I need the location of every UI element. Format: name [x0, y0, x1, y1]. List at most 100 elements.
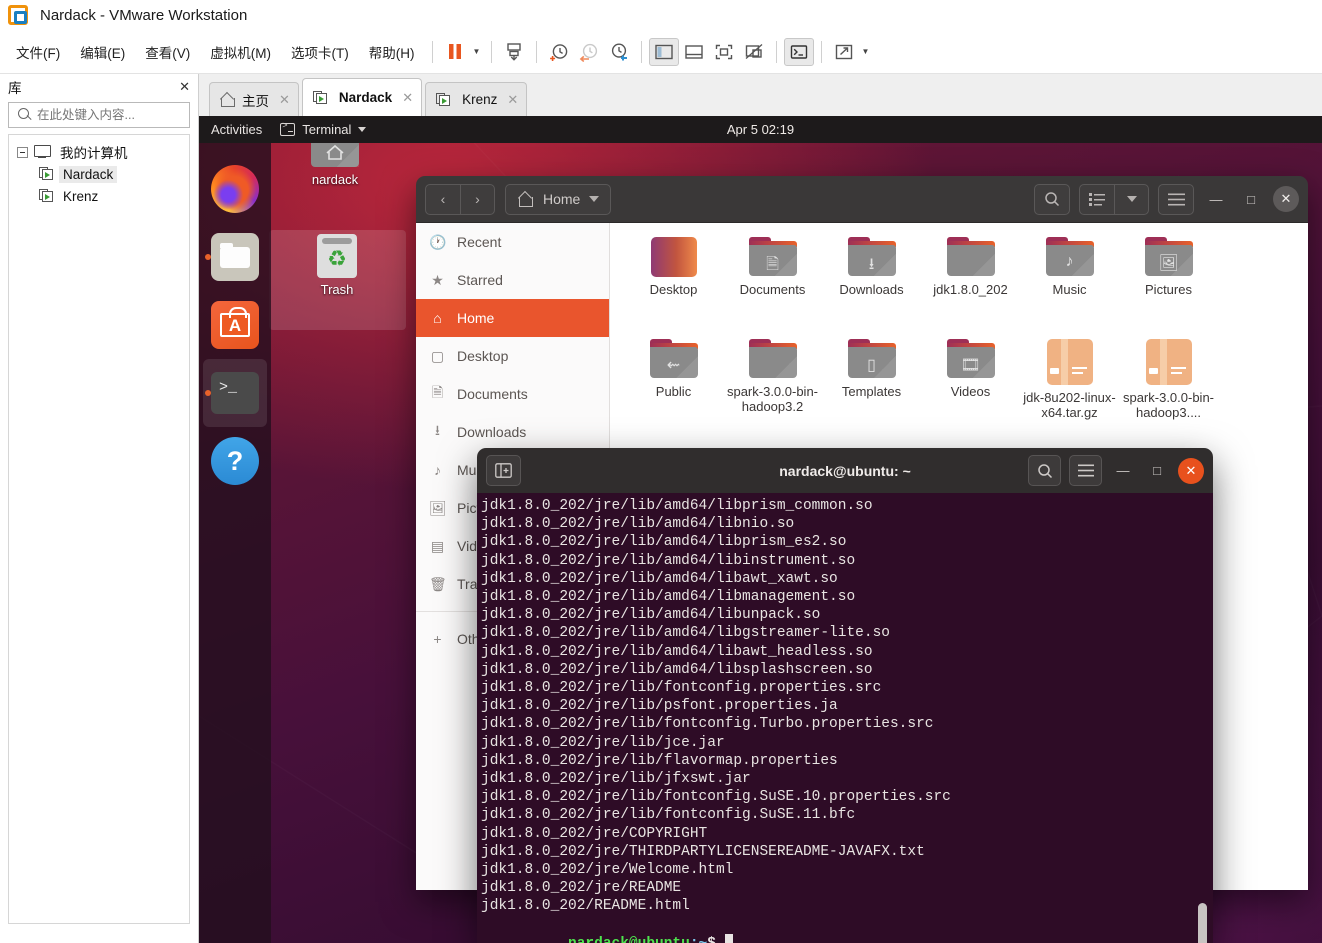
vmware-menubar: 文件(F) 编辑(E) 查看(V) 虚拟机(M) 选项卡(T) 帮助(H) ▼ [0, 30, 1322, 74]
menu-tabs[interactable]: 选项卡(T) [281, 38, 359, 66]
tree-root-label: 我的计算机 [60, 146, 128, 161]
terminal-line: jdk1.8.0_202/jre/lib/amd64/libawt_headle… [481, 643, 873, 660]
show-library-icon[interactable] [648, 37, 679, 66]
search-icon[interactable] [1028, 455, 1061, 486]
file-item-public[interactable]: ⇜ Public [624, 339, 723, 431]
tab-nardack[interactable]: Nardack ✕ [301, 78, 423, 116]
terminal-icon [280, 121, 296, 136]
desktop-icon-label: Trash [320, 282, 354, 297]
tree-item-krenz[interactable]: Krenz [9, 185, 189, 207]
stretch-icon[interactable] [829, 38, 859, 66]
file-item-desktop[interactable]: Desktop [624, 237, 723, 329]
maximize-button[interactable]: □ [1144, 458, 1170, 484]
show-thumbnails-icon[interactable] [679, 38, 709, 66]
menu-vm[interactable]: 虚拟机(M) [200, 38, 281, 66]
desktop-icon-trash[interactable]: ♻ Trash [287, 234, 387, 297]
star-icon: ★ [431, 271, 444, 288]
file-name: jdk1.8.0_202 [933, 282, 1008, 297]
file-item-spark-folder[interactable]: spark-3.0.0-bin-hadoop3.2 [723, 339, 822, 431]
tree-root-my-computer[interactable]: 我的计算机 [9, 141, 189, 163]
close-icon[interactable]: ✕ [279, 92, 290, 108]
close-button[interactable]: ✕ [1178, 457, 1204, 484]
snapshot-add-icon[interactable] [544, 38, 574, 66]
sidebar-item-downloads[interactable]: ⭳ Downloads [416, 413, 609, 451]
sidebar-item-desktop[interactable]: ▢ Desktop [416, 337, 609, 375]
sidebar-item-home[interactable]: ⌂ Home [416, 299, 609, 337]
file-item-videos[interactable]: 🎞 Videos [921, 339, 1020, 431]
stretch-glyph [835, 44, 852, 59]
menu-edit[interactable]: 编辑(E) [70, 38, 135, 66]
dock-item-files[interactable] [203, 223, 267, 291]
terminal-output-area[interactable]: jdk1.8.0_202/jre/lib/amd64/libprism_comm… [477, 493, 1213, 943]
tab-krenz[interactable]: Krenz ✕ [425, 82, 528, 116]
dock-item-help[interactable]: ? [203, 427, 267, 495]
sidebar-item-starred[interactable]: ★ Starred [416, 261, 609, 299]
stretch-dropdown-caret-icon[interactable]: ▼ [859, 38, 873, 66]
library-search-box[interactable]: ▼ [8, 102, 209, 128]
minimize-button[interactable]: — [1203, 186, 1229, 212]
maximize-button[interactable]: □ [1238, 186, 1264, 212]
snapshot-revert-icon[interactable] [574, 38, 604, 66]
menu-view[interactable]: 查看(V) [135, 38, 200, 66]
unity-mode-icon[interactable] [739, 38, 769, 66]
hamburger-menu-icon[interactable] [1159, 185, 1193, 214]
hamburger-menu-icon[interactable] [1069, 455, 1102, 486]
file-item-jdk-archive[interactable]: jdk-8u202-linux-x64.tar.gz [1020, 339, 1119, 431]
search-icon[interactable] [1035, 185, 1069, 214]
close-button[interactable]: ✕ [1273, 186, 1299, 212]
close-icon[interactable]: ✕ [507, 92, 518, 108]
collapse-icon[interactable] [17, 146, 28, 158]
new-tab-glyph [495, 463, 512, 478]
library-search-input[interactable] [37, 108, 198, 122]
list-view-icon[interactable] [1080, 185, 1114, 214]
file-item-templates[interactable]: ▯ Templates [822, 339, 921, 431]
fullscreen-icon[interactable] [709, 38, 739, 66]
file-item-pictures[interactable]: 🖼 Pictures [1119, 237, 1218, 329]
film-icon: ▤ [430, 537, 445, 554]
snapshot-manager-icon[interactable] [604, 38, 634, 66]
close-icon[interactable]: ✕ [402, 90, 413, 106]
activities-button[interactable]: Activities [199, 122, 272, 137]
file-item-documents[interactable]: 🗎 Documents [723, 237, 822, 329]
firefox-icon [211, 165, 259, 213]
tab-home[interactable]: 主页 ✕ [209, 82, 299, 116]
folder-emblem: ⭳ [868, 256, 875, 273]
path-breadcrumb-home[interactable]: Home [505, 183, 612, 215]
dock-item-firefox[interactable] [203, 155, 267, 223]
menu-help[interactable]: 帮助(H) [359, 38, 425, 66]
terminal-scrollback: jdk1.8.0_202/jre/lib/amd64/libprism_comm… [481, 497, 1213, 916]
terminal-scrollbar[interactable] [1198, 903, 1207, 943]
folder-icon [748, 339, 797, 379]
pause-dropdown-caret-icon[interactable]: ▼ [470, 38, 484, 66]
vm-guest-screen[interactable]: Activities Terminal Apr 5 02:19 A [199, 116, 1322, 943]
dock-item-terminal[interactable]: >_ [203, 359, 267, 427]
sidebar-item-recent[interactable]: 🕐 Recent [416, 223, 609, 261]
sidebar-item-label: Documents [457, 386, 528, 402]
new-tab-icon[interactable] [486, 455, 521, 486]
chevron-down-icon[interactable] [1114, 184, 1148, 214]
pause-icon[interactable] [440, 38, 470, 66]
send-to-icon[interactable] [499, 38, 529, 66]
tree-item-nardack[interactable]: Nardack [9, 163, 189, 185]
file-item-downloads[interactable]: ⭳ Downloads [822, 237, 921, 329]
folder-icon: ⭳ [847, 237, 896, 277]
dock-item-ubuntu-software[interactable]: A [203, 291, 267, 359]
menu-file[interactable]: 文件(F) [6, 38, 70, 66]
close-icon[interactable]: ✕ [179, 79, 190, 95]
file-item-music[interactable]: ♪ Music [1020, 237, 1119, 329]
forward-button[interactable]: › [460, 184, 494, 214]
back-button[interactable]: ‹ [426, 185, 460, 214]
file-name: spark-3.0.0-bin-hadoop3.... [1122, 390, 1215, 420]
minimize-button[interactable]: — [1110, 458, 1136, 484]
document-icon: 🗎 [431, 384, 444, 400]
path-label: Home [543, 191, 581, 207]
console-view-icon[interactable] [783, 37, 814, 66]
topbar-app-menu[interactable]: Terminal [272, 121, 374, 137]
terminal-line: jdk1.8.0_202/jre/lib/jfxswt.jar [481, 771, 751, 788]
file-item-spark-archive[interactable]: spark-3.0.0-bin-hadoop3.... [1119, 339, 1218, 431]
library-title: 库 [8, 81, 22, 96]
file-item-jdk-folder[interactable]: jdk1.8.0_202 [921, 237, 1020, 329]
gnome-terminal-window[interactable]: nardack@ubuntu: ~ — □ ✕ jdk1.8.0_202/jre… [477, 448, 1213, 943]
folder-icon: 🖼 [1144, 237, 1193, 277]
sidebar-item-documents[interactable]: 🗎 Documents [416, 375, 609, 413]
